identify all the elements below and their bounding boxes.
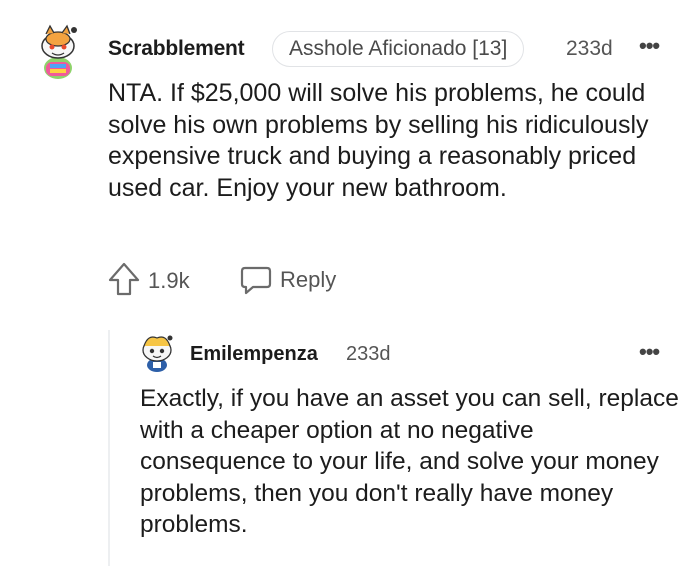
avatar[interactable] [36,24,80,80]
snoo-avatar-icon [41,24,77,79]
reply-body: Exactly, if you have an asset you can se… [140,385,679,538]
reply-avatar[interactable] [138,332,176,372]
snoo-avatar-icon [142,335,173,372]
reply-button[interactable]: Reply [240,263,336,297]
reply-icon [240,265,272,295]
thread-line[interactable] [108,330,110,566]
user-flair: Asshole Aficionado [13] [272,31,525,67]
comment-body: NTA. If $25,000 will solve his problems,… [108,79,649,202]
reply-timestamp[interactable]: 233d [346,343,391,366]
comment-timestamp[interactable]: 233d [566,37,613,61]
vote-score: 1.9k [148,268,190,293]
comment-author[interactable]: Scrabblement [108,37,245,61]
more-options-icon[interactable]: ••• [639,33,660,59]
upvote-icon[interactable] [108,262,140,296]
reply-more-options-icon[interactable]: ••• [639,339,660,365]
reply-label: Reply [280,267,337,292]
reply-author[interactable]: Emilempenza [190,343,318,366]
